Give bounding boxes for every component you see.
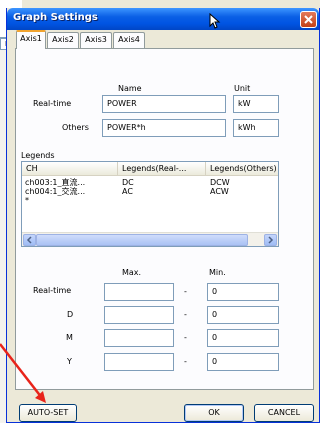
- tab-axis1[interactable]: Axis1: [16, 30, 46, 49]
- annotation-arrow-icon: [0, 343, 46, 403]
